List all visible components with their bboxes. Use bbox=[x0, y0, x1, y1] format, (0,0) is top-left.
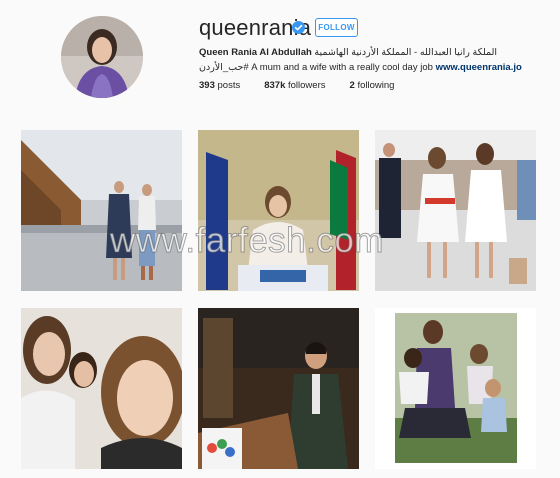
post-tile[interactable] bbox=[375, 308, 536, 469]
verified-badge-icon bbox=[292, 21, 305, 34]
post-tile[interactable] bbox=[21, 130, 182, 291]
posts-label: posts bbox=[217, 80, 241, 91]
following-label: following bbox=[357, 80, 395, 91]
profile-avatar[interactable] bbox=[61, 16, 143, 98]
posts-stat: 393 posts bbox=[199, 80, 240, 91]
following-count: 2 bbox=[349, 80, 355, 91]
website-link[interactable]: www.queenrania.jo bbox=[436, 62, 522, 73]
following-stat[interactable]: 2 following bbox=[350, 80, 395, 91]
followers-count: 837k bbox=[264, 80, 286, 91]
posts-count: 393 bbox=[199, 80, 215, 91]
full-name: Queen Rania Al Abdullah bbox=[199, 47, 312, 58]
profile-bio: Queen Rania Al Abdullah الملكة رانيا الع… bbox=[199, 45, 544, 75]
followers-stat[interactable]: 837k followers bbox=[264, 80, 325, 91]
post-tile[interactable] bbox=[198, 130, 359, 291]
post-tile[interactable] bbox=[198, 308, 359, 469]
profile-header: queenrania FOLLOW Queen Rania Al Abdulla… bbox=[0, 0, 560, 118]
post-tile[interactable] bbox=[21, 308, 182, 469]
follow-button[interactable]: FOLLOW bbox=[315, 18, 358, 37]
profile-stats: 393 posts 837k followers 2 following bbox=[199, 80, 418, 91]
post-tile[interactable] bbox=[375, 130, 536, 291]
followers-label: followers bbox=[288, 80, 326, 91]
